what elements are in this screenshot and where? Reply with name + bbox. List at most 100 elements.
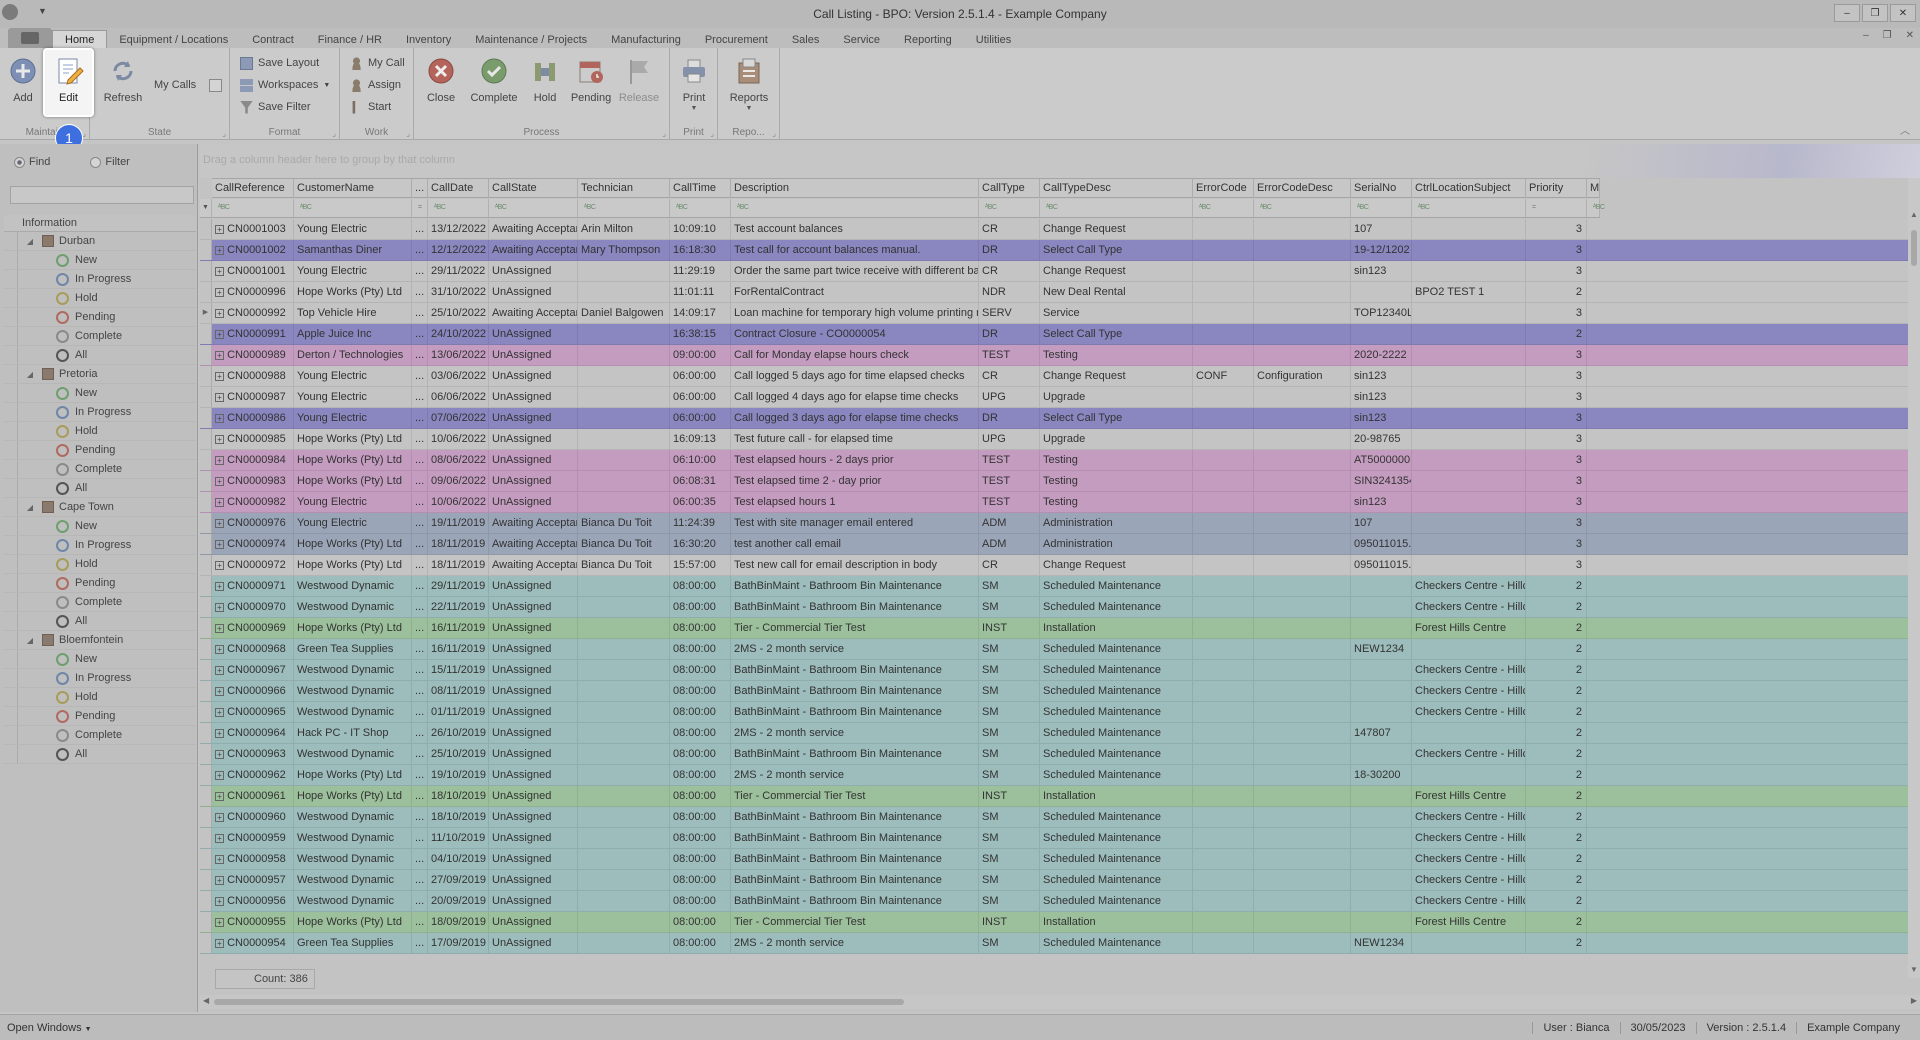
cell-calldate[interactable]: 04/10/2019 [428,849,489,869]
tree-item-durban-in-progress[interactable]: In Progress [4,270,196,289]
tree-item-cape-town-all[interactable]: All [4,612,196,631]
cell-calldate[interactable]: 03/06/2022 [428,366,489,386]
cell-calltype[interactable]: SM [979,660,1040,680]
table-row[interactable]: + CN0000985 Hope Works (Pty) Ltd... 10/06/… [200,429,1908,450]
cell-calltype[interactable]: SM [979,933,1040,953]
cell-errorcodedesc[interactable] [1254,681,1351,701]
cell-technician[interactable]: Mary Thompson [578,240,670,260]
cell-[interactable]: ... [412,513,428,533]
cell-calldate[interactable]: 13/06/2022 [428,345,489,365]
open-windows-dropdown[interactable]: Open Windows ▼ [7,1022,92,1034]
cell-ctrllocationsubject[interactable] [1412,555,1526,575]
cell-calltype[interactable]: SM [979,765,1040,785]
cell-description[interactable]: BathBinMaint - Bathroom Bin Maintenance [731,702,979,722]
cell-ctrllocationsubject[interactable] [1412,429,1526,449]
cell-priority[interactable]: 2 [1526,702,1587,722]
cell-calltypedesc[interactable]: Service [1040,303,1193,323]
cell-calldate[interactable]: 09/06/2022 [428,471,489,491]
cell-priority[interactable]: 2 [1526,744,1587,764]
cell-[interactable]: ... [412,303,428,323]
cell-priority[interactable]: 2 [1526,681,1587,701]
cell-calltypedesc[interactable]: Scheduled Maintenance [1040,702,1193,722]
cell-technician[interactable] [578,744,670,764]
cell-priority[interactable]: 3 [1526,240,1587,260]
cell-customername[interactable]: Young Electric [294,219,412,239]
expand-row-icon[interactable]: + [215,624,224,633]
cell-calltime[interactable]: 08:00:00 [670,849,731,869]
cell-ctrllocationsubject[interactable]: Checkers Centre - Hillcrest [1412,702,1526,722]
cell-calltype[interactable]: DR [979,240,1040,260]
cell-priority[interactable]: 3 [1526,471,1587,491]
cell-[interactable]: ... [412,597,428,617]
cell-calltypedesc[interactable]: Scheduled Maintenance [1040,744,1193,764]
cell-priority[interactable]: 3 [1526,345,1587,365]
cell-calldate[interactable]: 16/11/2019 [428,639,489,659]
cell-errorcode[interactable] [1193,807,1254,827]
cell-calltype[interactable]: CR [979,261,1040,281]
cell-callreference[interactable]: + CN0000967 [212,660,294,680]
cell-callstate[interactable]: UnAssigned [489,639,578,659]
cell-technician[interactable] [578,408,670,428]
cell-ctrllocationsubject[interactable]: Forest Hills Centre [1412,786,1526,806]
cell-technician[interactable] [578,324,670,344]
cell-callstate[interactable]: UnAssigned [489,660,578,680]
cell-errorcodedesc[interactable] [1254,429,1351,449]
row-indicator[interactable] [200,870,212,890]
row-indicator[interactable] [200,639,212,659]
cell-callstate[interactable]: UnAssigned [489,429,578,449]
filter-cell[interactable]: ᴬBC [1587,199,1605,217]
tree-item-pretoria-complete[interactable]: Complete [4,460,196,479]
filter-cell[interactable]: ᴬBC [1193,199,1254,217]
filter-cell[interactable]: = [412,199,428,217]
cell-callstate[interactable]: UnAssigned [489,891,578,911]
table-row[interactable]: + CN0000968 Green Tea Supplies... 16/11/20… [200,639,1908,660]
row-indicator[interactable] [200,723,212,743]
cell-customername[interactable]: Hope Works (Pty) Ltd [294,429,412,449]
cell-description[interactable]: Call logged 3 days ago for elapse time c… [731,408,979,428]
cell-technician[interactable]: Bianca Du Toit [578,534,670,554]
row-indicator[interactable] [200,408,212,428]
cell-description[interactable]: Call for Monday elapse hours check [731,345,979,365]
cell-calltype[interactable]: TEST [979,345,1040,365]
cell-customername[interactable]: Hope Works (Pty) Ltd [294,555,412,575]
cell-priority[interactable]: 2 [1526,870,1587,890]
table-row[interactable]: + CN0000954 Green Tea Supplies... 17/09/20… [200,933,1908,954]
cell-serialno[interactable] [1351,660,1412,680]
cell-customername[interactable]: Westwood Dynamic [294,597,412,617]
cell-calldate[interactable]: 10/06/2022 [428,429,489,449]
cell-customername[interactable]: Westwood Dynamic [294,807,412,827]
horizontal-scrollbar[interactable]: ◀ ▶ [200,995,1920,1009]
cell-description[interactable]: BathBinMaint - Bathroom Bin Maintenance [731,744,979,764]
cell-ctrllocationsubject[interactable] [1412,219,1526,239]
row-indicator[interactable] [200,261,212,281]
expand-row-icon[interactable]: + [215,561,224,570]
cell-technician[interactable] [578,723,670,743]
cell-calldate[interactable]: 17/09/2019 [428,933,489,953]
cell-calltypedesc[interactable]: Change Request [1040,219,1193,239]
column-header-technician[interactable]: Technician [578,179,670,198]
close-call-button[interactable]: Close [418,52,464,112]
cell-technician[interactable] [578,345,670,365]
cell-calltime[interactable]: 08:00:00 [670,807,731,827]
cell-calltype[interactable]: SM [979,891,1040,911]
expand-row-icon[interactable]: + [215,309,224,318]
cell-serialno[interactable]: SIN32413546 [1351,471,1412,491]
cell-calltype[interactable]: UPG [979,429,1040,449]
cell-serialno[interactable]: 107 [1351,513,1412,533]
tree-city-cape-town[interactable]: ◢ Cape Town [4,498,196,517]
cell-callreference[interactable]: + CN0000957 [212,870,294,890]
cell-ctrllocationsubject[interactable]: Checkers Centre - Hillcrest [1412,870,1526,890]
cell-ctrllocationsubject[interactable]: Forest Hills Centre [1412,618,1526,638]
cell-serialno[interactable] [1351,324,1412,344]
cell-errorcodedesc[interactable] [1254,639,1351,659]
cell-description[interactable]: Order the same part twice receive with d… [731,261,979,281]
cell-description[interactable]: BathBinMaint - Bathroom Bin Maintenance [731,870,979,890]
cell-ctrllocationsubject[interactable] [1412,408,1526,428]
cell-ctrllocationsubject[interactable] [1412,765,1526,785]
cell-errorcode[interactable] [1193,429,1254,449]
cell-errorcode[interactable] [1193,912,1254,932]
table-row[interactable]: + CN0000988 Young Electric... 03/06/2022 Un… [200,366,1908,387]
cell-description[interactable]: BathBinMaint - Bathroom Bin Maintenance [731,849,979,869]
cell-calltypedesc[interactable]: Installation [1040,618,1193,638]
table-row[interactable]: + CN0000987 Young Electric... 06/06/2022 Un… [200,387,1908,408]
